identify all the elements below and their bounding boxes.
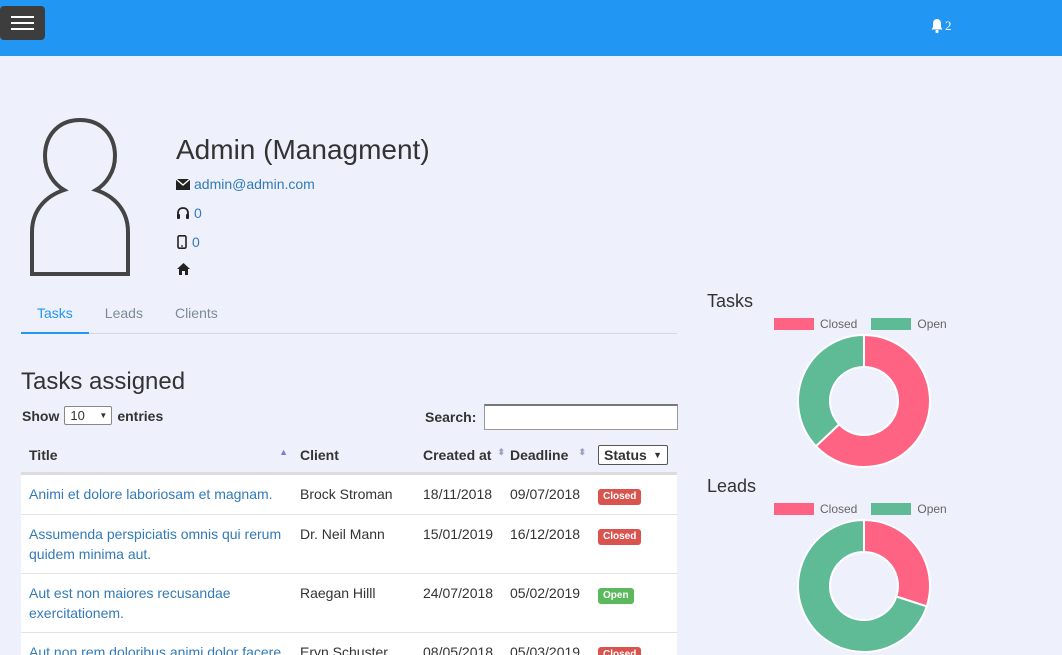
created-cell: 18/11/2018 [415,473,502,515]
column-header-created[interactable]: Created at ⬍ [415,438,505,475]
chevron-down-icon: ▼ [653,449,662,460]
chart-legend: Closed Open [774,502,974,516]
chart-title: Leads [707,476,757,496]
column-header-status: Status ▼ [590,438,677,475]
legend-item[interactable]: Closed [774,317,857,331]
task-title-link[interactable]: Assumenda perspiciatis omnis qui rerum q… [29,526,281,562]
headphones-icon [177,207,189,219]
tasks-chart-block: Tasks Closed Open [707,291,947,468]
leads-donut-chart [797,518,931,653]
sort-icon: ⬍ [578,447,586,457]
legend-swatch [871,318,912,330]
profile-name: Admin (Managment) [176,134,430,165]
task-title-link[interactable]: Aut non rem doloribus animi dolor facere [29,644,281,655]
section-title: Tasks assigned [21,368,186,395]
status-badge: Open [598,587,634,604]
column-client-label: Client [300,446,339,463]
tasks-table-container: Title ▲ Client Created at ⬍ Deadline ⬍ S… [21,438,677,655]
tasks-table: Title ▲ Client Created at ⬍ Deadline ⬍ S… [21,438,677,655]
legend-label: Closed [820,502,858,516]
column-header-deadline[interactable]: Deadline ⬍ [502,438,590,475]
home-icon [177,263,190,275]
created-cell: 08/05/2018 [415,632,502,655]
table-row: Aut non rem doloribus animi dolor facere… [21,632,677,655]
legend-swatch [774,503,814,515]
hamburger-icon-line [11,28,34,30]
chart-title: Tasks [707,291,754,311]
legend-label: Closed [820,317,858,331]
avatar-icon [30,117,130,276]
hamburger-icon [11,16,34,18]
table-row: Aut est non maiores recusandae exercitat… [21,573,677,633]
tasks-donut-chart [797,333,931,468]
task-title-link[interactable]: Animi et dolore laboriosam et magnam. [29,486,273,502]
created-cell: 15/01/2019 [415,514,502,574]
bell-icon [931,19,943,34]
created-cell: 24/07/2018 [415,573,502,633]
legend-label: Open [917,317,947,331]
email-link[interactable]: admin@admin.com [194,176,315,192]
column-header-client[interactable]: Client [292,438,415,475]
profile-tabs: Tasks Leads Clients [21,294,677,334]
column-header-title[interactable]: Title ▲ [21,438,292,475]
deadline-cell: 09/07/2018 [502,473,590,515]
mobile-icon [177,235,187,249]
show-entries-control: Show 10 ▼ entries [22,406,163,425]
entries-label: entries [117,407,164,424]
client-cell: Eryn Schuster [292,632,415,655]
donut-slice-closed[interactable] [863,518,931,608]
search-control: Search: [425,404,679,430]
donut-slice-open[interactable] [797,333,865,448]
chevron-down-icon: ▼ [99,411,108,420]
deadline-cell: 05/02/2019 [502,573,590,633]
status-filter-select[interactable]: Status ▼ [598,444,668,465]
deadline-cell: 05/03/2019 [502,632,590,655]
status-filter-label: Status [604,446,647,463]
status-badge: Closed [598,488,642,505]
email-row: admin@admin.com [176,176,315,192]
status-badge: Closed [598,646,642,655]
legend-item[interactable]: Closed [774,502,857,516]
status-badge: Closed [598,528,642,545]
client-cell: Raegan Hilll [292,573,415,633]
envelope-icon [176,178,190,190]
chart-legend: Closed Open [774,317,974,331]
legend-item[interactable]: Open [871,502,947,516]
phone-row: 0 [176,205,202,221]
hamburger-icon-line [11,22,34,24]
deadline-cell: 16/12/2018 [502,514,590,574]
notifications-button[interactable]: 2 [930,18,952,34]
tab-tasks[interactable]: Tasks [21,294,89,334]
legend-item[interactable]: Open [871,317,947,331]
task-title-link[interactable]: Aut est non maiores recusandae exercitat… [29,585,231,621]
tab-leads[interactable]: Leads [89,294,159,334]
top-navbar: 2 [0,0,1062,56]
mobile-link[interactable]: 0 [192,234,200,250]
column-deadline-label: Deadline [510,446,569,463]
notification-count: 2 [945,18,952,33]
leads-chart-block: Leads Closed Open [707,476,947,653]
client-cell: Brock Stroman [292,473,415,515]
client-cell: Dr. Neil Mann [292,514,415,574]
tab-clients[interactable]: Clients [159,294,234,334]
table-row: Animi et dolore laboriosam et magnam. Br… [21,473,677,515]
search-label: Search: [425,409,477,425]
column-created-label: Created at [423,446,492,463]
phone-link[interactable]: 0 [194,205,202,221]
search-input[interactable] [484,404,679,430]
mobile-row: 0 [176,234,200,250]
address-row [176,262,195,276]
table-row: Assumenda perspiciatis omnis qui rerum q… [21,514,677,574]
sort-ascending-icon: ▲ [279,447,288,457]
entries-select[interactable]: 10 ▼ [64,406,113,425]
hamburger-menu-button[interactable] [0,6,45,40]
show-label: Show [22,407,60,424]
entries-value: 10 [70,408,85,423]
column-title-label: Title [29,446,58,463]
legend-swatch [774,318,814,330]
legend-swatch [871,503,912,515]
legend-label: Open [917,502,947,516]
